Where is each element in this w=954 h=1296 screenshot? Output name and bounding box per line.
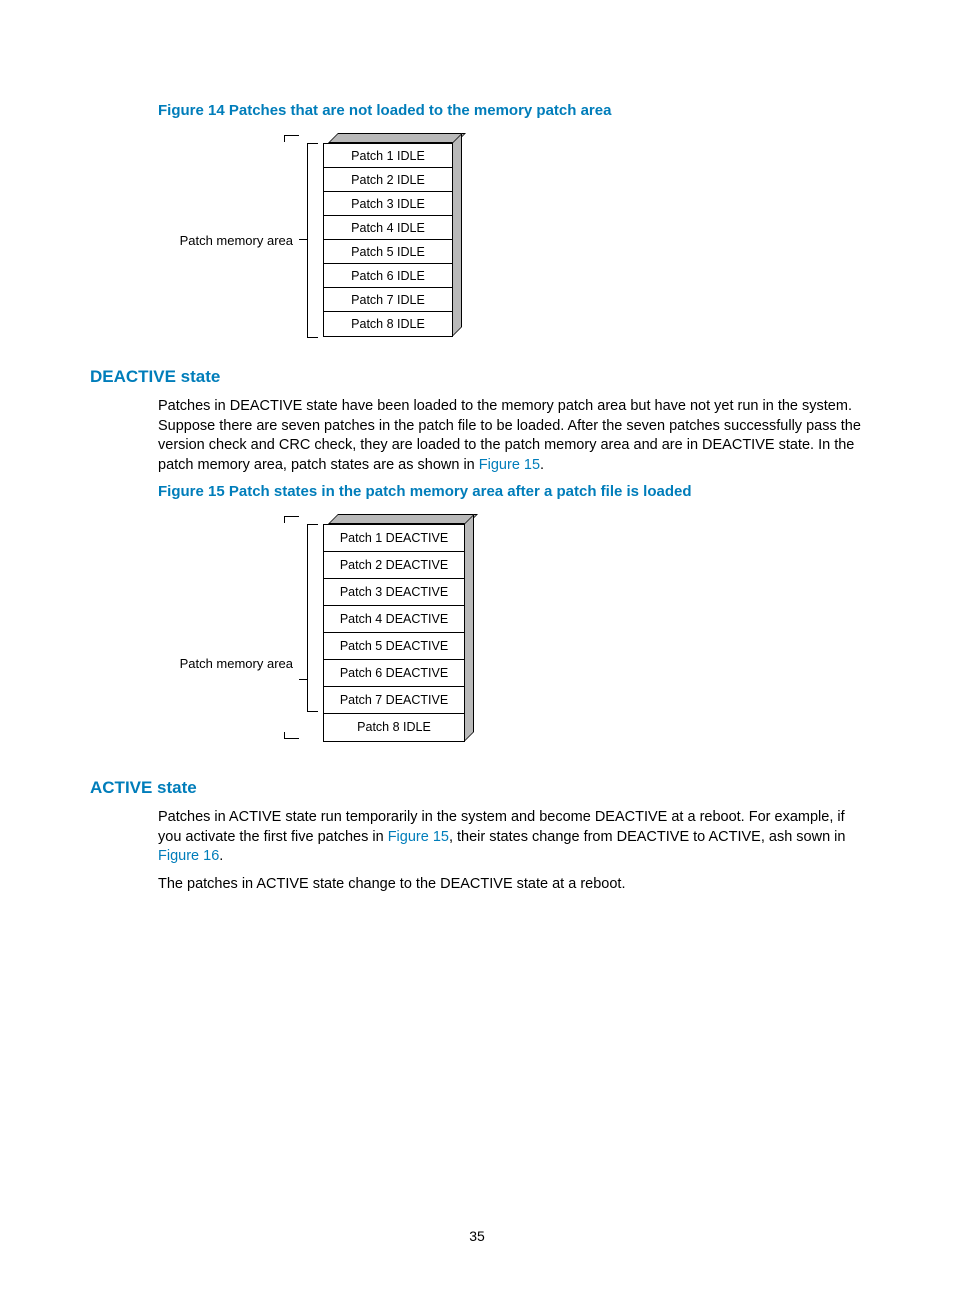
active-paragraph-2: The patches in ACTIVE state change to th… [158, 875, 864, 895]
figure14-cell: Patch 6 IDLE [324, 264, 452, 288]
figure15-mem-label: Patch memory area [176, 656, 301, 671]
figure16-link[interactable]: Figure 16 [158, 848, 219, 864]
figure15-link-2[interactable]: Figure 15 [388, 829, 449, 845]
figure15-cell: Patch 3 DEACTIVE [324, 579, 464, 606]
figure14-cell: Patch 5 IDLE [324, 240, 452, 264]
figure14: Patch memory area Patch 1 IDLE Patch 2 I… [176, 129, 864, 339]
figure14-cell: Patch 2 IDLE [324, 168, 452, 192]
figure14-caption: Figure 14 Patches that are not loaded to… [158, 102, 864, 119]
figure15-cell: Patch 8 IDLE [324, 714, 464, 741]
text: , their states change from DEACTIVE to A… [449, 829, 846, 845]
figure14-cell: Patch 3 IDLE [324, 192, 452, 216]
text: . [219, 848, 223, 864]
figure15-cell: Patch 2 DEACTIVE [324, 552, 464, 579]
figure15-cell: Patch 6 DEACTIVE [324, 660, 464, 687]
figure14-cell: Patch 4 IDLE [324, 216, 452, 240]
figure14-mem-label: Patch memory area [176, 233, 301, 248]
figure15: Patch memory area Patch 1 DEACTIVE Patch… [176, 510, 864, 750]
figure15-cell: Patch 5 DEACTIVE [324, 633, 464, 660]
figure15-link[interactable]: Figure 15 [479, 457, 540, 473]
figure15-caption: Figure 15 Patch states in the patch memo… [158, 483, 864, 500]
active-heading: ACTIVE state [90, 778, 864, 798]
figure14-cell: Patch 8 IDLE [324, 312, 452, 336]
deactive-paragraph: Patches in DEACTIVE state have been load… [158, 397, 864, 475]
active-paragraph-1: Patches in ACTIVE state run temporarily … [158, 808, 864, 867]
figure15-cell: Patch 7 DEACTIVE [324, 687, 464, 714]
text: . [540, 457, 544, 473]
figure15-cell: Patch 1 DEACTIVE [324, 525, 464, 552]
figure14-cell: Patch 7 IDLE [324, 288, 452, 312]
figure14-cell: Patch 1 IDLE [324, 144, 452, 168]
deactive-heading: DEACTIVE state [90, 367, 864, 387]
page-number: 35 [0, 1228, 954, 1244]
figure15-cell: Patch 4 DEACTIVE [324, 606, 464, 633]
figure14-cells: Patch 1 IDLE Patch 2 IDLE Patch 3 IDLE P… [323, 143, 453, 337]
figure15-cells: Patch 1 DEACTIVE Patch 2 DEACTIVE Patch … [323, 524, 465, 742]
